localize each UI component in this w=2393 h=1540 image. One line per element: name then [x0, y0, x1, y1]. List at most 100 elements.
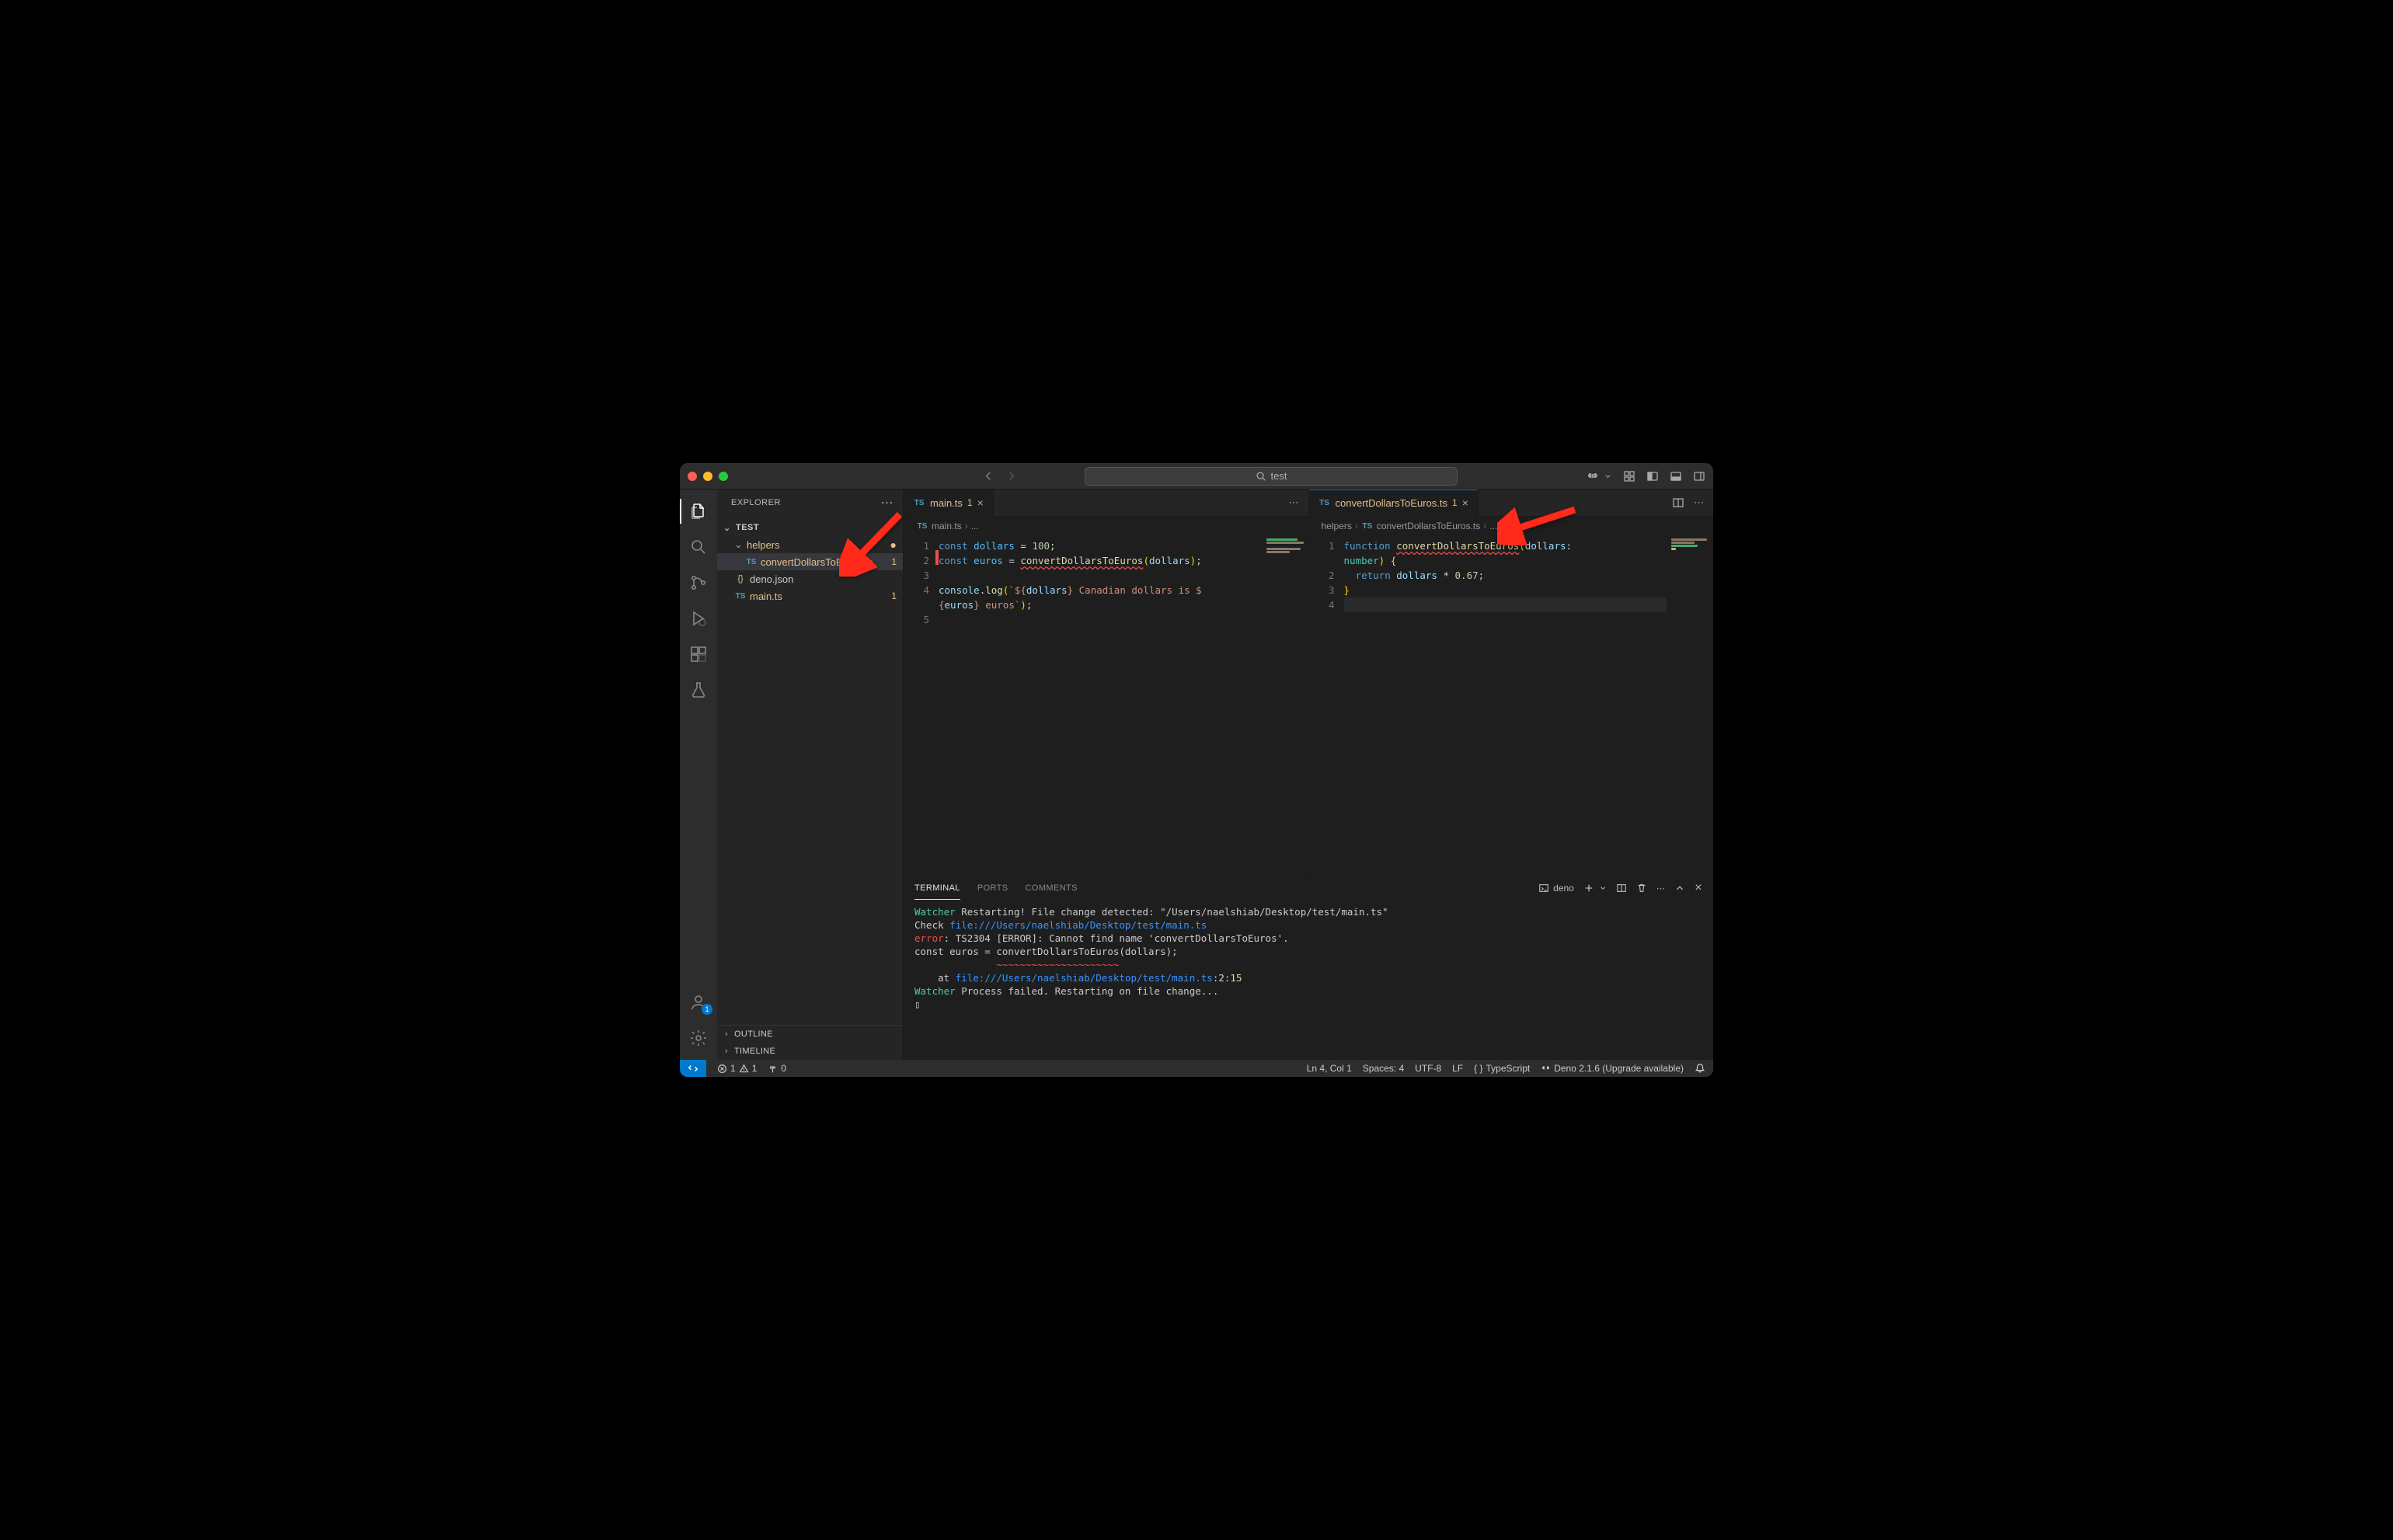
code-area-left[interactable]: 12345 const dollars = 100;const euros = … — [904, 535, 1308, 875]
tree-root[interactable]: ⌄ TEST — [717, 519, 903, 536]
more-icon[interactable]: ⋯ — [1694, 496, 1704, 509]
search-icon — [689, 538, 708, 556]
scm-view-button[interactable] — [680, 567, 717, 598]
nav-back-icon[interactable] — [983, 470, 994, 482]
chevron-right-icon: › — [1483, 521, 1486, 531]
command-center[interactable]: test — [1085, 467, 1458, 486]
file-tree: ⌄ TEST ⌄ helpers ● TS convertDollarsToEu… — [717, 516, 903, 1025]
statusbar: 1 1 0 Ln 4, Col 1 Spaces: 4 UTF-8 LF { }… — [680, 1060, 1713, 1077]
close-icon[interactable]: × — [1462, 496, 1468, 509]
terminal-selector[interactable]: deno — [1538, 883, 1574, 894]
timeline-label: TIMELINE — [734, 1047, 775, 1056]
warning-count: 1 — [752, 1063, 758, 1074]
editor-split: TS main.ts 1 × ⋯ TS main.ts › — [904, 490, 1713, 875]
indentation[interactable]: Spaces: 4 — [1363, 1063, 1404, 1074]
chevron-right-icon: › — [1355, 521, 1358, 531]
root-label: TEST — [736, 523, 897, 532]
code-lines[interactable]: function convertDollarsToEuros(dollars: … — [1344, 535, 1667, 875]
chevron-down-icon[interactable] — [1599, 883, 1607, 894]
extensions-view-button[interactable] — [680, 639, 717, 670]
minimap[interactable] — [1262, 535, 1308, 875]
vscode-window: test — [680, 463, 1713, 1077]
panel-actions: deno ⋯ × — [1538, 881, 1702, 895]
minimap[interactable] — [1667, 535, 1713, 875]
folder-label: helpers — [747, 539, 887, 551]
window-close-button[interactable] — [688, 472, 697, 481]
encoding[interactable]: UTF-8 — [1415, 1063, 1441, 1074]
breadcrumb-item: ... — [971, 521, 979, 531]
gear-icon — [689, 1029, 708, 1047]
panel-right-icon[interactable] — [1693, 470, 1705, 483]
account-button[interactable]: 1 — [680, 987, 717, 1018]
terminal-output[interactable]: Watcher Restarting! File change detected… — [904, 901, 1713, 1060]
panel-tab-ports[interactable]: PORTS — [977, 877, 1008, 899]
file-deno-json[interactable]: {} deno.json — [717, 570, 903, 587]
file-label: convertDollarsToEuros.ts — [761, 556, 888, 568]
layout-customize-icon[interactable] — [1623, 470, 1635, 483]
code-lines[interactable]: const dollars = 100;const euros = conver… — [939, 535, 1262, 875]
close-icon[interactable]: × — [1695, 881, 1702, 895]
explorer-view-button[interactable] — [680, 496, 717, 527]
search-icon — [1256, 471, 1266, 482]
tab-main-ts[interactable]: TS main.ts 1 × — [904, 490, 994, 516]
panel-tab-comments[interactable]: COMMENTS — [1026, 877, 1078, 899]
chevron-down-icon[interactable] — [1604, 470, 1612, 483]
breadcrumb-left[interactable]: TS main.ts › ... — [904, 517, 1308, 535]
language-mode[interactable]: { } TypeScript — [1474, 1063, 1530, 1074]
folder-helpers[interactable]: ⌄ helpers ● — [717, 536, 903, 553]
remote-indicator[interactable] — [680, 1060, 706, 1077]
typescript-icon: TS — [734, 592, 747, 601]
editor-pane-right: TS convertDollarsToEuros.ts 1 × ⋯ helper… — [1309, 490, 1714, 875]
copilot-icon[interactable] — [1587, 470, 1599, 483]
search-view-button[interactable] — [680, 531, 717, 563]
chevron-up-icon[interactable] — [1674, 883, 1685, 894]
chevron-right-icon: › — [725, 1047, 734, 1056]
traffic-lights — [688, 472, 728, 481]
ports-indicator[interactable]: 0 — [768, 1063, 786, 1074]
error-icon — [717, 1064, 727, 1074]
new-terminal-icon[interactable] — [1583, 883, 1594, 894]
cursor-position[interactable]: Ln 4, Col 1 — [1307, 1063, 1352, 1074]
titlebar: test — [680, 463, 1713, 490]
sidebar-more-icon[interactable]: ⋯ — [881, 495, 894, 510]
deno-status[interactable]: Deno 2.1.6 (Upgrade available) — [1541, 1063, 1684, 1074]
outline-section[interactable]: › OUTLINE — [717, 1026, 903, 1043]
problems-indicator[interactable]: 1 1 — [717, 1063, 757, 1074]
more-icon[interactable]: ⋯ — [1656, 883, 1665, 894]
antenna-icon — [768, 1064, 778, 1074]
panel-bottom-icon[interactable] — [1670, 470, 1682, 483]
breadcrumb-item: helpers — [1322, 521, 1352, 531]
settings-button[interactable] — [680, 1023, 717, 1054]
debug-view-button[interactable] — [680, 603, 717, 634]
bell-icon[interactable] — [1695, 1063, 1705, 1074]
tab-modified-count: 1 — [1452, 497, 1458, 508]
more-icon[interactable]: ⋯ — [1289, 496, 1299, 509]
typescript-icon: TS — [745, 558, 758, 566]
close-icon[interactable]: × — [977, 496, 984, 509]
code-area-right[interactable]: 1234 function convertDollarsToEuros(doll… — [1309, 535, 1714, 875]
eol[interactable]: LF — [1452, 1063, 1463, 1074]
split-editor-icon[interactable] — [1672, 496, 1684, 509]
panel-tab-terminal[interactable]: TERMINAL — [914, 877, 960, 900]
json-icon: {} — [734, 574, 747, 584]
breadcrumb-right[interactable]: helpers › TS convertDollarsToEuros.ts › … — [1309, 517, 1714, 535]
file-convert-dollars[interactable]: TS convertDollarsToEuros.ts 1 — [717, 553, 903, 570]
account-badge: 1 — [702, 1004, 712, 1015]
window-minimize-button[interactable] — [703, 472, 712, 481]
tab-convert-dollars[interactable]: TS convertDollarsToEuros.ts 1 × — [1309, 490, 1479, 516]
command-center-text: test — [1271, 470, 1287, 482]
deno-label: Deno 2.1.6 (Upgrade available) — [1554, 1063, 1684, 1074]
nav-forward-icon[interactable] — [1005, 470, 1017, 482]
timeline-section[interactable]: › TIMELINE — [717, 1043, 903, 1060]
panel-left-icon[interactable] — [1646, 470, 1659, 483]
split-terminal-icon[interactable] — [1616, 883, 1627, 894]
testing-view-button[interactable] — [680, 674, 717, 706]
sidebar: EXPLORER ⋯ ⌄ TEST ⌄ helpers ● TS — [717, 490, 904, 1060]
trash-icon[interactable] — [1636, 883, 1647, 894]
typescript-icon: TS — [916, 522, 928, 531]
file-main-ts[interactable]: TS main.ts 1 — [717, 587, 903, 605]
panel-tabs: TERMINAL PORTS COMMENTS deno ⋯ — [904, 876, 1713, 901]
window-maximize-button[interactable] — [719, 472, 728, 481]
extensions-icon — [689, 645, 708, 664]
tab-actions-right: ⋯ — [1663, 490, 1713, 516]
